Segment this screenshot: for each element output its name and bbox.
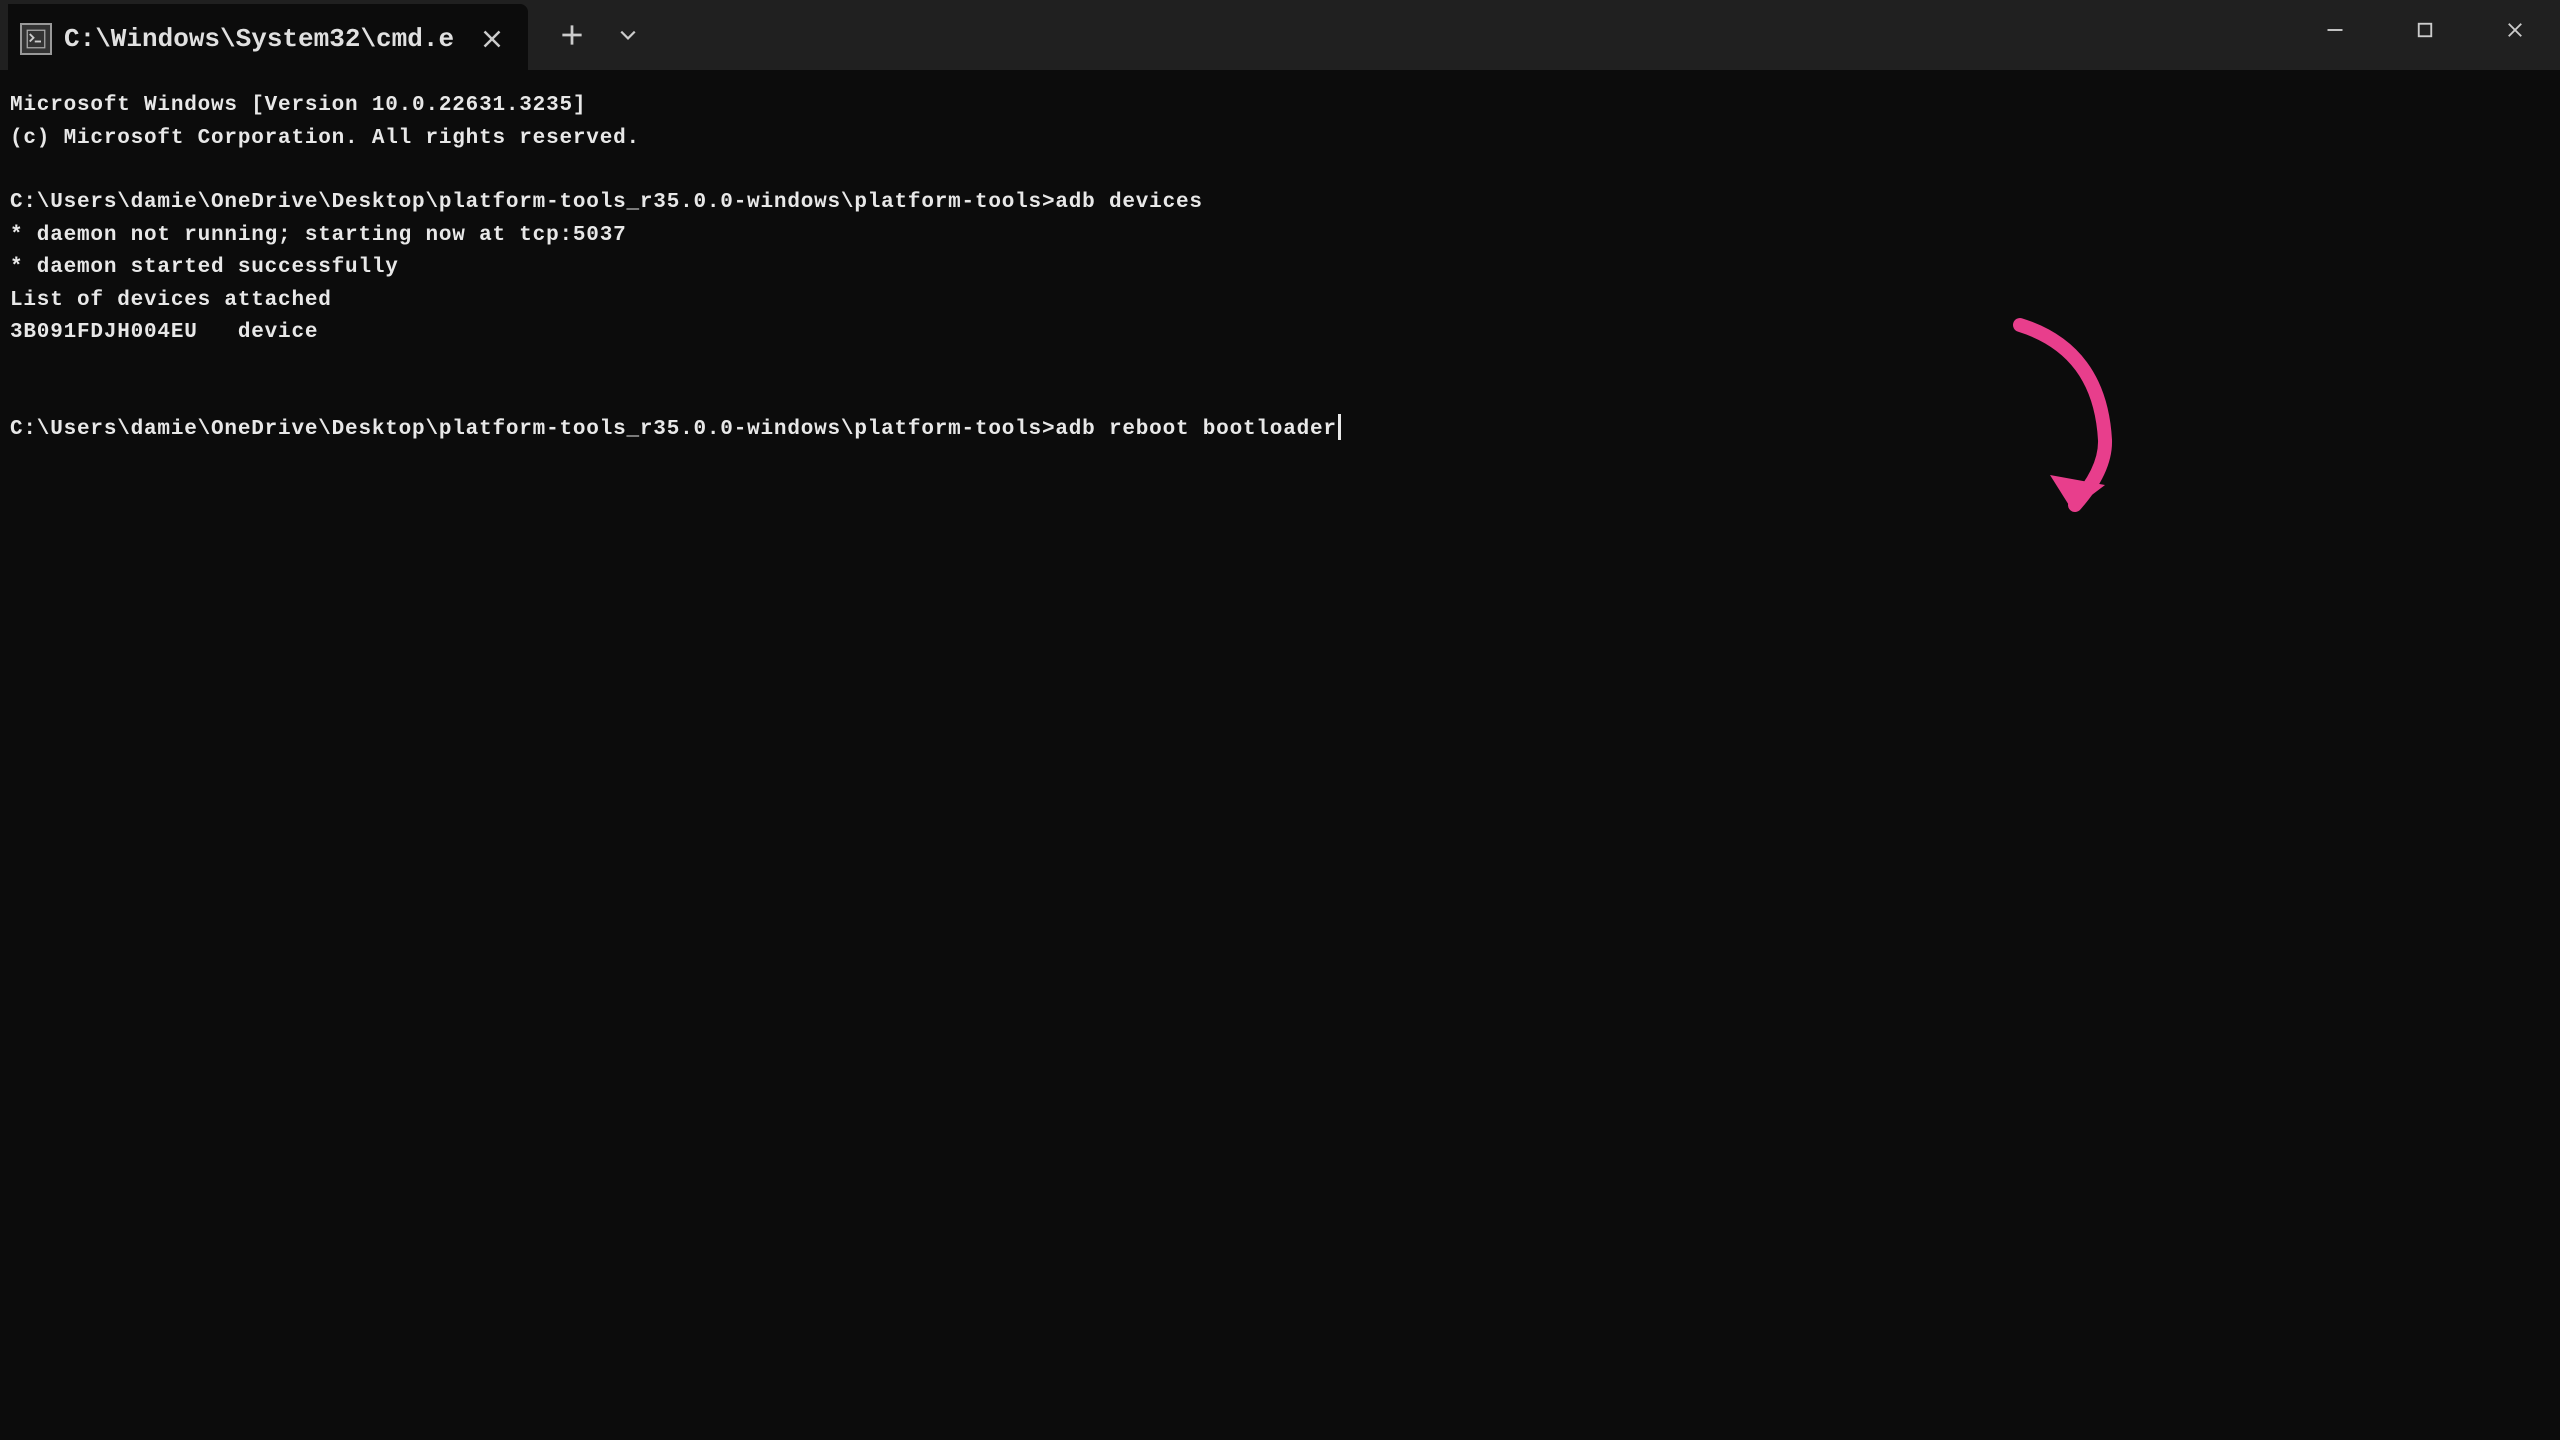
output-line: 3B091FDJH004EU device — [10, 317, 2550, 350]
os-version-line: Microsoft Windows [Version 10.0.22631.32… — [10, 90, 2550, 123]
output-line: * daemon not running; starting now at tc… — [10, 220, 2550, 253]
tab-actions — [548, 11, 652, 59]
prompt-path: C:\Users\damie\OneDrive\Desktop\platform… — [10, 414, 1055, 447]
output-line: * daemon started successfully — [10, 252, 2550, 285]
copyright-line: (c) Microsoft Corporation. All rights re… — [10, 123, 2550, 156]
command-line-2: C:\Users\damie\OneDrive\Desktop\platform… — [10, 414, 2550, 447]
blank-line — [10, 382, 2550, 414]
command-text: adb devices — [1055, 187, 1202, 220]
blank-line — [10, 155, 2550, 187]
output-line: List of devices attached — [10, 285, 2550, 318]
window-controls — [2290, 0, 2560, 60]
title-bar: C:\Windows\System32\cmd.e — [0, 0, 2560, 70]
close-tab-button[interactable] — [476, 23, 508, 55]
close-window-button[interactable] — [2470, 0, 2560, 60]
maximize-button[interactable] — [2380, 0, 2470, 60]
terminal-output[interactable]: Microsoft Windows [Version 10.0.22631.32… — [0, 70, 2560, 466]
tab-title: C:\Windows\System32\cmd.e — [64, 24, 464, 54]
tab-dropdown-button[interactable] — [604, 11, 652, 59]
new-tab-button[interactable] — [548, 11, 596, 59]
command-text: adb reboot bootloader — [1055, 414, 1336, 447]
prompt-path: C:\Users\damie\OneDrive\Desktop\platform… — [10, 187, 1055, 220]
active-tab[interactable]: C:\Windows\System32\cmd.e — [8, 4, 528, 74]
blank-line — [10, 350, 2550, 382]
command-line-1: C:\Users\damie\OneDrive\Desktop\platform… — [10, 187, 2550, 220]
cmd-icon — [20, 23, 52, 55]
minimize-button[interactable] — [2290, 0, 2380, 60]
text-cursor — [1338, 414, 1341, 440]
